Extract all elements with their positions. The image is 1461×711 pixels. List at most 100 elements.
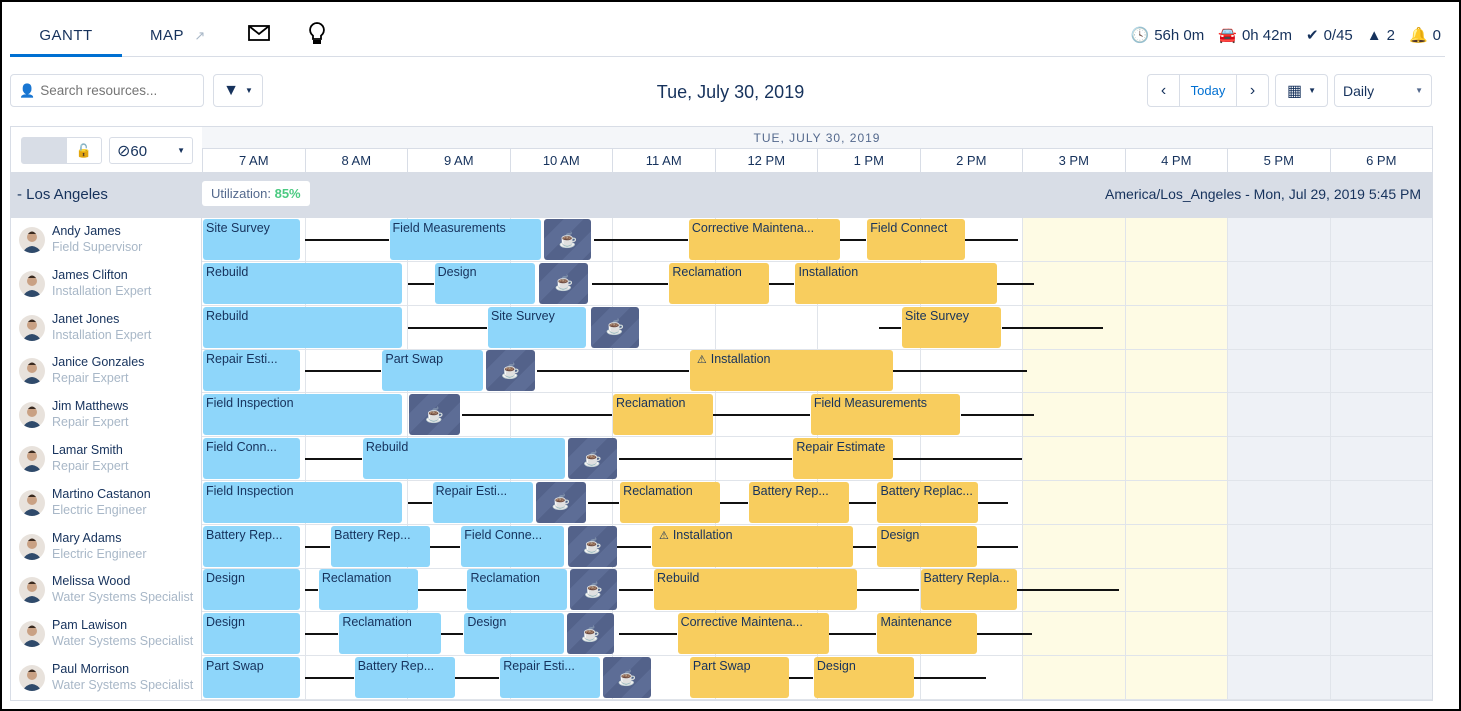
service-appointment[interactable]: Installation bbox=[795, 262, 998, 304]
stat-warnings[interactable]: ▲ 2 bbox=[1367, 26, 1395, 44]
service-appointment[interactable]: Battery Replac... bbox=[877, 481, 978, 523]
service-appointment[interactable]: Field Inspection bbox=[203, 481, 402, 523]
travel-line bbox=[304, 370, 382, 373]
lightbulb-icon[interactable] bbox=[308, 22, 326, 50]
break-block[interactable]: ☕ bbox=[544, 219, 592, 260]
search-resources-input[interactable]: 👤 bbox=[10, 74, 204, 107]
service-appointment[interactable]: Part Swap bbox=[382, 350, 483, 392]
resource-cell[interactable]: Mary Adams Electric Engineer bbox=[11, 524, 202, 569]
resource-cell[interactable]: Martino Castanon Electric Engineer bbox=[11, 480, 202, 525]
tab-gantt[interactable]: GANTT bbox=[10, 27, 122, 57]
resource-name: Pam Lawison bbox=[52, 618, 128, 633]
previous-day-button[interactable]: ‹ bbox=[1148, 75, 1180, 106]
break-block[interactable]: ☕ bbox=[591, 306, 639, 348]
resource-name: Janet Jones bbox=[52, 311, 120, 326]
break-block[interactable]: ☕ bbox=[539, 262, 589, 304]
service-appointment[interactable]: Battery Rep... bbox=[354, 657, 456, 698]
service-appointment[interactable]: Repair Esti... bbox=[203, 350, 301, 392]
service-appointment[interactable]: Rebuild bbox=[362, 438, 565, 479]
filter-button[interactable]: ▼ ▼ bbox=[213, 74, 263, 107]
travel-line bbox=[617, 545, 651, 548]
break-block[interactable]: ☕ bbox=[566, 613, 615, 655]
travel-line bbox=[997, 282, 1035, 285]
service-appointment[interactable]: Repair Esti... bbox=[500, 657, 600, 698]
hour-label: 4 PM bbox=[1124, 149, 1228, 172]
service-appointment[interactable]: Corrective Maintena... bbox=[688, 219, 840, 260]
calendar-icon: ▦ bbox=[1286, 82, 1303, 100]
service-appointment[interactable]: Design bbox=[203, 569, 301, 611]
service-appointment[interactable]: Reclamation bbox=[620, 481, 720, 523]
service-appointment[interactable]: Reclamation bbox=[339, 613, 441, 655]
service-appointment[interactable]: Battery Rep... bbox=[749, 481, 849, 523]
travel-line bbox=[964, 239, 1018, 241]
service-appointment[interactable]: Rebuild bbox=[654, 569, 857, 611]
hour-label: 10 AM bbox=[509, 149, 613, 172]
resource-cell[interactable]: Pam Lawison Water Systems Specialist bbox=[11, 612, 202, 657]
service-appointment[interactable]: Site Survey bbox=[203, 219, 301, 260]
group-name[interactable]: - Los Angeles bbox=[17, 186, 108, 203]
lock-toggle[interactable]: 🔓 bbox=[21, 137, 102, 164]
break-block[interactable]: ☕ bbox=[485, 350, 536, 392]
territory-group-header[interactable]: - Los Angeles Utilization: 85% America/L… bbox=[11, 172, 1432, 218]
service-appointment[interactable]: Repair Estimate bbox=[793, 438, 893, 479]
service-appointment[interactable]: Site Survey bbox=[902, 306, 1002, 348]
service-appointment[interactable]: Battery Rep... bbox=[331, 525, 430, 567]
service-appointment[interactable]: Field Inspection bbox=[203, 394, 402, 436]
service-appointment[interactable]: Maintenance bbox=[877, 613, 977, 655]
service-appointment[interactable]: Rebuild bbox=[203, 306, 402, 348]
break-block[interactable]: ☕ bbox=[602, 657, 651, 698]
resource-cell[interactable]: Jim Matthews Repair Expert bbox=[11, 393, 202, 438]
avatar bbox=[19, 533, 45, 560]
tab-map[interactable]: MAP ↗ bbox=[150, 27, 206, 44]
service-appointment[interactable]: Part Swap bbox=[689, 657, 790, 698]
service-appointment[interactable]: Design bbox=[877, 525, 977, 567]
service-appointment[interactable]: Corrective Maintena... bbox=[677, 613, 830, 655]
resource-cell[interactable]: Andy James Field Supervisor bbox=[11, 218, 202, 262]
service-appointment[interactable]: Design bbox=[203, 613, 301, 655]
resource-cell[interactable]: James Clifton Installation Expert bbox=[11, 261, 202, 306]
service-appointment[interactable]: Field Conne... bbox=[461, 525, 564, 567]
envelope-icon[interactable] bbox=[248, 24, 270, 46]
resource-role: Water Systems Specialist bbox=[52, 590, 194, 605]
service-appointment[interactable]: Repair Esti... bbox=[432, 481, 534, 523]
no-policy-icon: ⊘ bbox=[117, 142, 131, 160]
service-appointment[interactable]: Design bbox=[434, 262, 536, 304]
travel-line bbox=[976, 545, 1018, 548]
resource-cell[interactable]: Paul Morrison Water Systems Specialist bbox=[11, 656, 202, 700]
policy-select[interactable]: ⊘60 ▼ bbox=[109, 137, 193, 164]
service-appointment[interactable]: Field Connect bbox=[867, 219, 965, 260]
break-block[interactable]: ☕ bbox=[569, 569, 618, 611]
service-appointment[interactable]: Reclamation bbox=[318, 569, 419, 611]
service-appointment[interactable]: Part Swap bbox=[203, 657, 301, 698]
today-button[interactable]: Today bbox=[1180, 75, 1237, 106]
resource-cell[interactable]: Janice Gonzales Repair Expert bbox=[11, 349, 202, 394]
service-appointment[interactable]: Design bbox=[464, 613, 564, 655]
service-appointment[interactable]: ⚠ Installation bbox=[651, 525, 853, 567]
search-input[interactable] bbox=[40, 83, 191, 98]
service-appointment[interactable]: Design bbox=[813, 657, 915, 698]
service-appointment[interactable]: Battery Rep... bbox=[203, 525, 301, 567]
view-select[interactable]: Daily ▼ bbox=[1334, 74, 1432, 107]
travel-line bbox=[455, 677, 500, 679]
calendar-picker-button[interactable]: ▦ ▼ bbox=[1275, 74, 1328, 107]
service-appointment[interactable]: Reclamation bbox=[669, 262, 769, 304]
break-block[interactable]: ☕ bbox=[536, 481, 587, 523]
service-appointment[interactable]: Reclamation bbox=[467, 569, 567, 611]
resource-cell[interactable]: Melissa Wood Water Systems Specialist bbox=[11, 568, 202, 613]
service-appointment[interactable]: Reclamation bbox=[613, 394, 714, 436]
break-block[interactable]: ☕ bbox=[567, 525, 618, 567]
service-appointment[interactable]: Field Conn... bbox=[203, 438, 301, 479]
service-appointment[interactable]: Field Measurements bbox=[810, 394, 961, 436]
service-appointment[interactable]: Site Survey bbox=[487, 306, 587, 348]
service-appointment[interactable]: Rebuild bbox=[203, 262, 402, 304]
next-day-button[interactable]: › bbox=[1237, 75, 1268, 106]
service-appointment[interactable]: Field Measurements bbox=[389, 219, 542, 260]
resource-cell[interactable]: Janet Jones Installation Expert bbox=[11, 305, 202, 350]
break-block[interactable]: ☕ bbox=[409, 394, 461, 436]
stat-notifications[interactable]: 🔔 0 bbox=[1409, 26, 1441, 45]
resource-name: Mary Adams bbox=[52, 530, 122, 545]
service-appointment[interactable]: Battery Repla... bbox=[920, 569, 1017, 611]
service-appointment[interactable]: ⚠ Installation bbox=[689, 350, 893, 392]
break-block[interactable]: ☕ bbox=[567, 438, 618, 479]
resource-cell[interactable]: Lamar Smith Repair Expert bbox=[11, 437, 202, 481]
